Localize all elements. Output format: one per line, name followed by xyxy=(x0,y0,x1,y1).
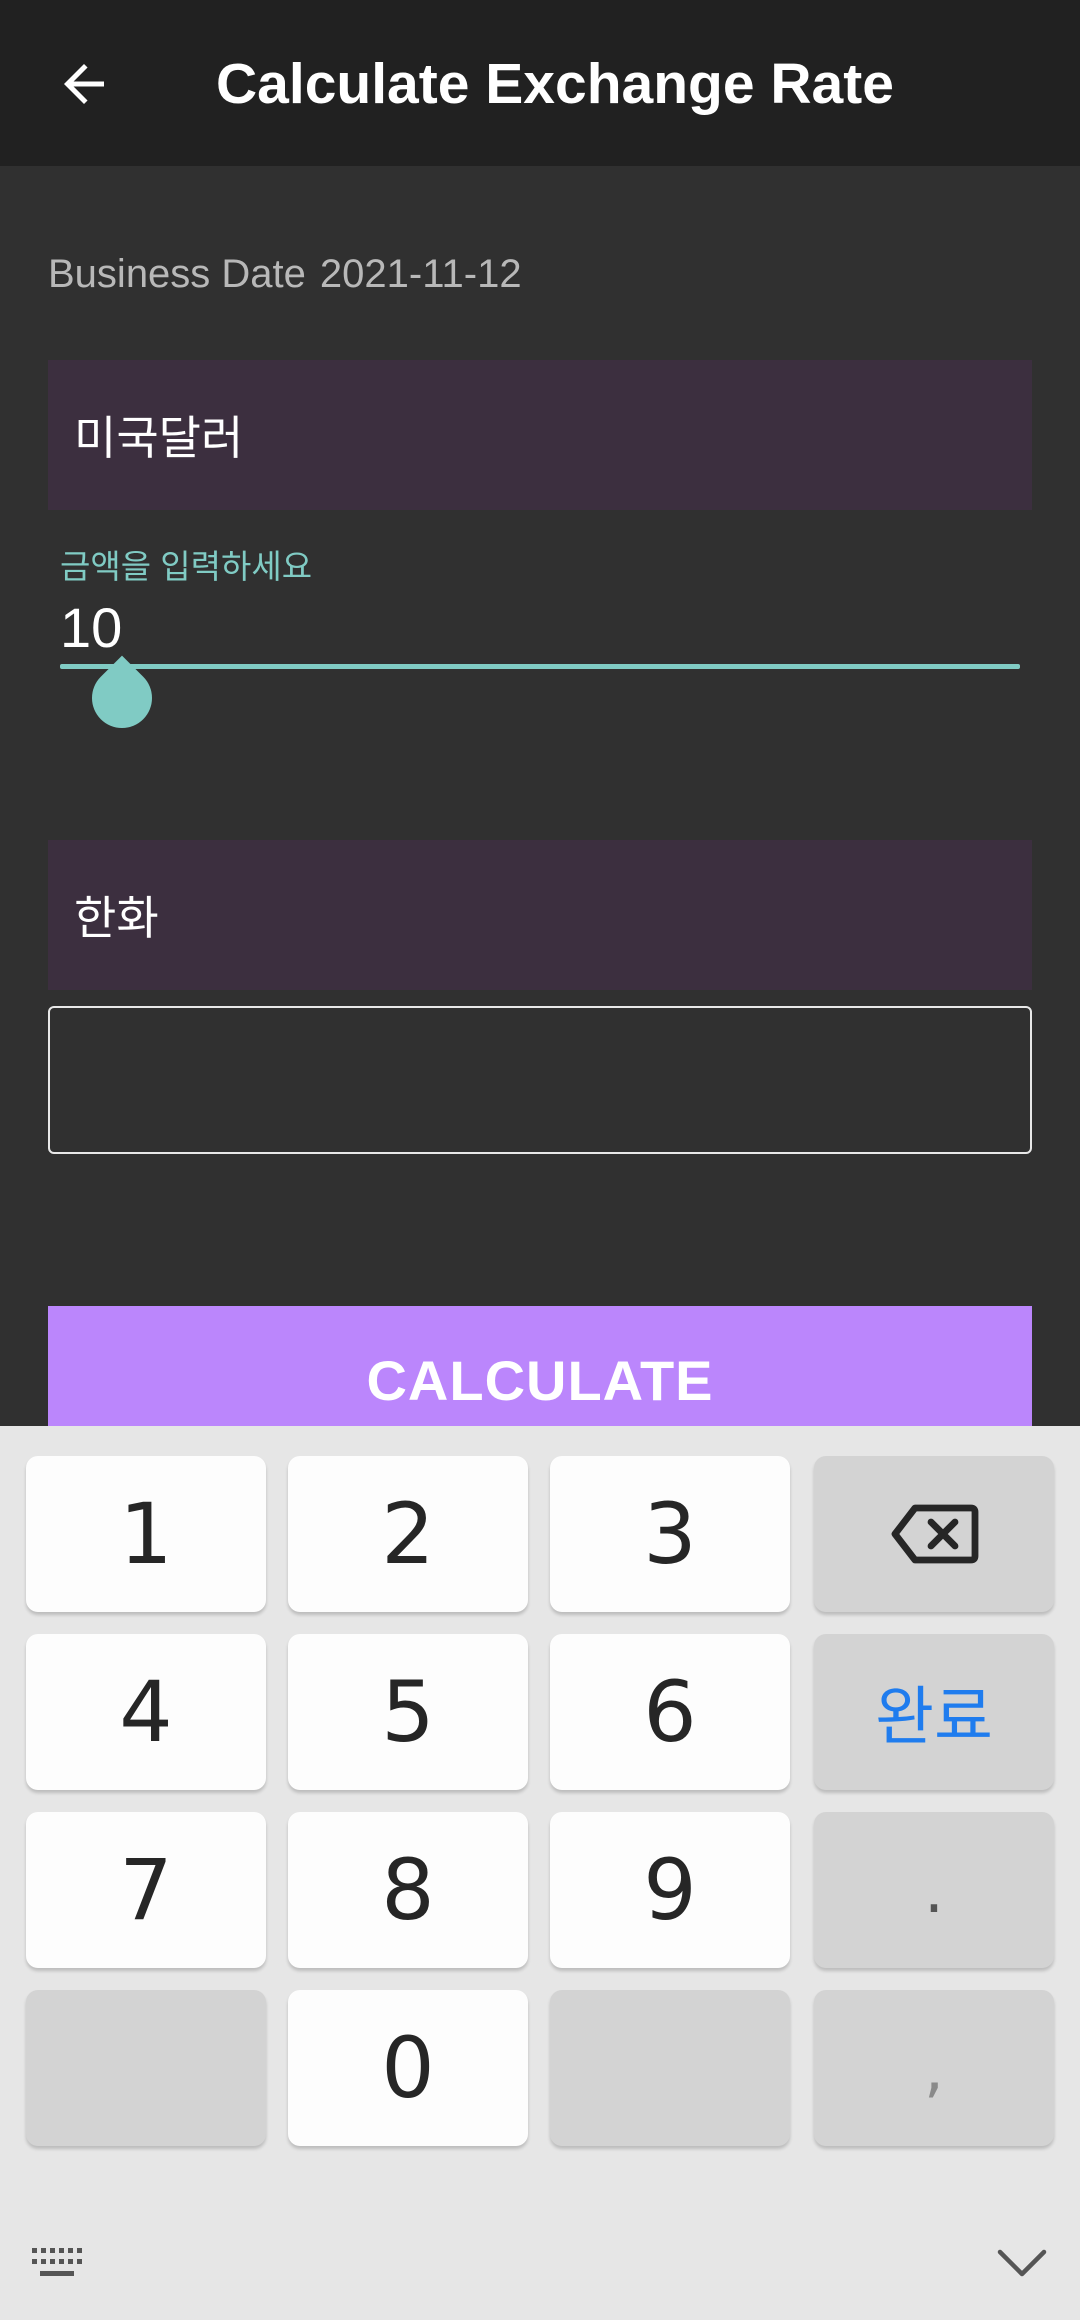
key-2[interactable]: 2 xyxy=(288,1456,528,1612)
app-bar: Calculate Exchange Rate xyxy=(0,0,1080,166)
from-currency-label: 미국달러 xyxy=(74,412,244,464)
key-5[interactable]: 5 xyxy=(288,1634,528,1790)
key-0[interactable]: 0 xyxy=(288,1990,528,2146)
to-currency-select[interactable]: 한화 xyxy=(48,840,1032,990)
dot-key[interactable]: . xyxy=(814,1812,1054,1968)
key-8[interactable]: 8 xyxy=(288,1812,528,1968)
chevron-down-icon xyxy=(997,2249,1047,2277)
amount-input-value[interactable]: 10 xyxy=(60,592,122,664)
business-date-value: 2021-11-12 xyxy=(319,252,522,296)
back-button[interactable] xyxy=(36,36,132,132)
keyboard-switch-button[interactable] xyxy=(30,2244,90,2284)
key-7[interactable]: 7 xyxy=(26,1812,266,1968)
business-date-label: Business Date xyxy=(48,252,306,296)
done-key[interactable]: 완료 xyxy=(814,1634,1054,1790)
amount-input-label: 금액을 입력하세요 xyxy=(60,548,313,585)
amount-input-underline xyxy=(60,664,1020,669)
numeric-keyboard: 1 2 3 4 5 6 완료 7 8 9 . 0 , xyxy=(0,1426,1080,2320)
page-title: Calculate Exchange Rate xyxy=(216,52,894,116)
keyboard-icon xyxy=(32,2248,82,2276)
key-3[interactable]: 3 xyxy=(550,1456,790,1612)
amount-input[interactable]: 금액을 입력하세요 10 xyxy=(60,536,1020,741)
comma-key[interactable]: , xyxy=(814,1990,1054,2146)
result-field[interactable] xyxy=(48,1006,1032,1154)
empty-key-middle xyxy=(550,1990,790,2146)
hide-keyboard-button[interactable] xyxy=(992,2232,1052,2292)
empty-key-left xyxy=(26,1990,266,2146)
key-1[interactable]: 1 xyxy=(26,1456,266,1612)
business-date: Business Date 2021-11-12 xyxy=(48,246,522,302)
arrow-left-icon xyxy=(64,64,104,104)
to-currency-label: 한화 xyxy=(74,892,159,944)
key-9[interactable]: 9 xyxy=(550,1812,790,1968)
backspace-icon xyxy=(891,1504,979,1564)
backspace-key[interactable] xyxy=(814,1456,1054,1612)
key-6[interactable]: 6 xyxy=(550,1634,790,1790)
key-4[interactable]: 4 xyxy=(26,1634,266,1790)
from-currency-select[interactable]: 미국달러 xyxy=(48,360,1032,510)
